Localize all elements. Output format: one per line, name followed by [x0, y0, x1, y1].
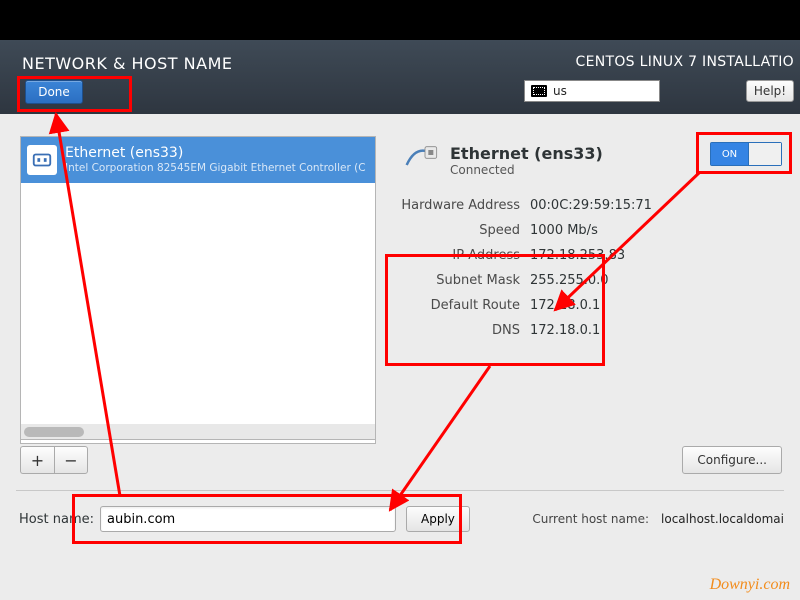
watermark: Downyi.com: [710, 576, 790, 594]
default-route-value: 172.18.0.1: [530, 298, 730, 313]
add-device-button[interactable]: +: [20, 446, 54, 474]
device-desc: Intel Corporation 82545EM Gigabit Ethern…: [65, 162, 366, 175]
hostname-row: Host name: Apply Current host name: loca…: [16, 506, 784, 532]
keyboard-layout-selector[interactable]: us: [524, 80, 660, 102]
page-title: NETWORK & HOST NAME: [22, 54, 233, 73]
device-list-scrollbar[interactable]: [20, 424, 376, 440]
dns-value: 172.18.0.1: [530, 323, 730, 338]
connection-toggle[interactable]: ON: [710, 142, 782, 166]
done-button[interactable]: Done: [25, 80, 83, 104]
ethernet-plug-icon: [400, 140, 440, 180]
header-bar: NETWORK & HOST NAME CENTOS LINUX 7 INSTA…: [0, 40, 800, 114]
device-detail-panel: Ethernet (ens33) Connected Hardware Addr…: [400, 140, 782, 338]
detail-title: Ethernet (ens33): [450, 144, 603, 163]
keyboard-icon: [531, 85, 547, 97]
current-hostname-label: Current host name:: [532, 512, 649, 526]
toggle-off-blank: [749, 143, 781, 165]
ethernet-icon: [27, 145, 57, 175]
configure-button[interactable]: Configure...: [682, 446, 782, 474]
subnet-mask-value: 255.255.0.0: [530, 273, 730, 288]
apply-hostname-button[interactable]: Apply: [406, 506, 470, 532]
detail-properties: Hardware Address 00:0C:29:59:15:71 Speed…: [400, 198, 782, 338]
default-route-label: Default Route: [400, 298, 530, 313]
remove-device-button[interactable]: −: [54, 446, 88, 474]
speed-value: 1000 Mb/s: [530, 223, 730, 238]
device-name: Ethernet (ens33): [65, 145, 366, 162]
dns-label: DNS: [400, 323, 530, 338]
device-row-ethernet[interactable]: Ethernet (ens33) Intel Corporation 82545…: [21, 137, 375, 183]
speed-label: Speed: [400, 223, 530, 238]
help-button[interactable]: Help!: [746, 80, 794, 102]
toggle-on-label: ON: [711, 143, 749, 165]
top-black-strip: [0, 0, 800, 40]
current-hostname-value: localhost.localdomai: [661, 512, 784, 526]
subnet-mask-label: Subnet Mask: [400, 273, 530, 288]
installer-window: NETWORK & HOST NAME CENTOS LINUX 7 INSTA…: [0, 0, 800, 600]
network-device-list[interactable]: Ethernet (ens33) Intel Corporation 82545…: [20, 136, 376, 444]
detail-status: Connected: [450, 163, 603, 177]
hw-address-value: 00:0C:29:59:15:71: [530, 198, 730, 213]
divider: [16, 490, 784, 491]
hostname-input[interactable]: [100, 506, 396, 532]
installer-subtitle: CENTOS LINUX 7 INSTALLATIO: [576, 54, 795, 70]
ip-address-value: 172.18.253.83: [530, 248, 730, 263]
hw-address-label: Hardware Address: [400, 198, 530, 213]
keyboard-layout-value: us: [553, 84, 567, 98]
hostname-label: Host name:: [16, 512, 100, 527]
ip-address-label: IP Address: [400, 248, 530, 263]
